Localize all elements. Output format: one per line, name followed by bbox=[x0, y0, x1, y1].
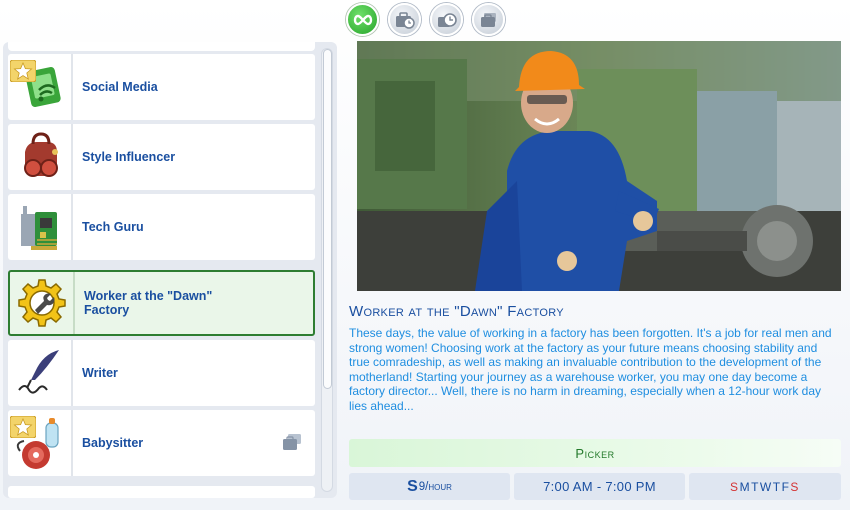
list-item-writer[interactable]: Writer bbox=[8, 340, 315, 406]
quill-pen-icon bbox=[8, 340, 73, 406]
clock-briefcase-filter-button[interactable] bbox=[388, 3, 421, 36]
list-item-label: Babysitter bbox=[82, 436, 144, 450]
work-hours: 7:00 AM - 7:00 PM bbox=[514, 473, 685, 500]
alarm-clock-filter-button[interactable] bbox=[430, 3, 463, 36]
babysitter-icon bbox=[8, 410, 73, 476]
infinity-icon bbox=[353, 14, 372, 25]
career-description: These days, the value of working in a fa… bbox=[349, 326, 832, 413]
top-toolbar bbox=[0, 0, 850, 40]
weekday-0: S bbox=[730, 479, 740, 494]
style-influencer-icon bbox=[8, 124, 73, 190]
weekday-1: M bbox=[739, 479, 752, 494]
briefcase-stack-icon bbox=[480, 12, 496, 27]
career-selection-screen: { "top_buttons": [ {"icon": "infinity-ic… bbox=[0, 0, 850, 510]
circuit-board-icon bbox=[8, 194, 73, 260]
weekday-list: SMTWTFS bbox=[730, 480, 800, 494]
clock-briefcase-icon bbox=[395, 11, 415, 29]
list-scrollbar-thumb[interactable] bbox=[323, 49, 332, 389]
alarm-clock-icon bbox=[437, 12, 457, 27]
picker-button[interactable]: Picker bbox=[349, 439, 841, 467]
weekday-4: T bbox=[772, 479, 782, 494]
list-item-label: Social Media bbox=[82, 80, 158, 94]
list-item-label: Style Influencer bbox=[82, 150, 176, 164]
star-badge-icon bbox=[10, 60, 36, 82]
pay-amount: 9/hour bbox=[418, 480, 452, 493]
work-days: SMTWTFS bbox=[689, 473, 841, 500]
list-scrollbar[interactable] bbox=[321, 48, 333, 492]
list-item-partial bbox=[8, 486, 315, 498]
career-image bbox=[357, 41, 841, 291]
weekday-2: T bbox=[751, 479, 760, 494]
list-item-style-influencer[interactable]: Style Influencer bbox=[8, 124, 315, 190]
list-item-label: Worker at the "Dawn" Factory bbox=[84, 289, 213, 317]
factory-worker-photo bbox=[357, 41, 841, 291]
list-item-dawn-factory-worker[interactable]: Worker at the "Dawn" Factory bbox=[8, 270, 315, 336]
weekday-3: W bbox=[759, 479, 773, 494]
list-item-social-media[interactable]: Social Media bbox=[8, 54, 315, 120]
list-item-label: Writer bbox=[82, 366, 118, 380]
infinity-filter-button[interactable] bbox=[346, 3, 379, 36]
career-title: Worker at the "Dawn" Factory bbox=[349, 303, 564, 320]
social-media-icon bbox=[8, 54, 73, 120]
list-item-label: Tech Guru bbox=[82, 220, 144, 234]
star-badge-icon bbox=[10, 416, 36, 438]
part-time-icon bbox=[283, 434, 301, 450]
career-list[interactable]: Social Media Style Influencer Tech Guru … bbox=[8, 42, 315, 498]
briefcase-stack-filter-button[interactable] bbox=[472, 3, 505, 36]
list-item-tech-guru[interactable]: Tech Guru bbox=[8, 194, 315, 260]
list-item-partial bbox=[8, 42, 315, 51]
career-list-panel: Social Media Style Influencer Tech Guru … bbox=[3, 42, 337, 498]
list-item-babysitter[interactable]: Babysitter bbox=[8, 410, 315, 476]
gear-wrench-icon bbox=[10, 272, 75, 334]
simoleon-icon: S bbox=[407, 477, 418, 495]
weekday-6: S bbox=[790, 479, 800, 494]
pay-rate: S 9/hour bbox=[349, 473, 510, 500]
